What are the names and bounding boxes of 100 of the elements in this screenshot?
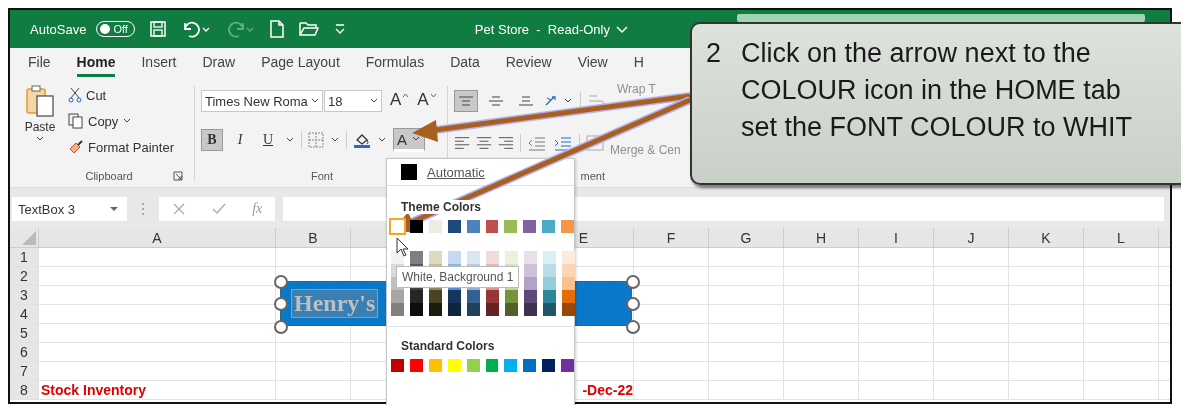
color-swatch[interactable] xyxy=(524,264,537,277)
color-swatch[interactable] xyxy=(524,303,537,316)
font-style-button[interactable]: U xyxy=(257,129,279,151)
font-size-field[interactable]: 18 xyxy=(324,90,382,112)
borders-icon[interactable] xyxy=(308,132,324,148)
horizontal-align-icon[interactable] xyxy=(498,135,514,150)
color-swatch[interactable] xyxy=(410,290,423,303)
name-box[interactable]: TextBox 3 xyxy=(12,197,127,221)
color-swatch[interactable] xyxy=(543,277,556,290)
color-swatch[interactable] xyxy=(447,359,461,372)
color-swatch[interactable] xyxy=(429,303,442,316)
cancel-icon[interactable] xyxy=(171,202,186,216)
color-swatch[interactable] xyxy=(505,290,518,303)
column-header[interactable]: A xyxy=(152,229,162,246)
color-swatch[interactable] xyxy=(562,303,575,316)
color-swatch[interactable] xyxy=(543,264,556,277)
color-swatch[interactable] xyxy=(467,251,480,264)
column-header[interactable]: L xyxy=(1117,229,1125,246)
color-swatch[interactable] xyxy=(429,251,442,264)
ribbon-tab[interactable]: Formulas xyxy=(365,49,425,77)
select-all-icon[interactable] xyxy=(22,231,36,245)
folder-icon[interactable] xyxy=(298,20,319,38)
caret-icon[interactable] xyxy=(370,98,378,104)
caret-icon[interactable] xyxy=(411,136,421,142)
chevron-down-icon[interactable] xyxy=(616,24,628,34)
color-swatch[interactable] xyxy=(466,220,480,233)
window-title[interactable]: Pet Store - Read-Only xyxy=(474,21,610,37)
color-swatch[interactable] xyxy=(486,251,499,264)
check-icon[interactable] xyxy=(210,202,227,216)
caret-icon[interactable] xyxy=(36,136,44,142)
dialog-launcher-icon[interactable] xyxy=(172,171,183,181)
horizontal-align-icon[interactable] xyxy=(476,135,492,150)
color-swatch[interactable] xyxy=(428,220,442,233)
vertical-align-button[interactable] xyxy=(454,90,478,112)
color-swatch[interactable] xyxy=(391,303,404,316)
caret-icon[interactable] xyxy=(311,98,319,104)
column-header[interactable]: K xyxy=(1041,229,1051,246)
ribbon-tab[interactable]: View xyxy=(577,49,608,77)
copy-button[interactable]: Copy xyxy=(68,110,174,132)
new-file-icon[interactable] xyxy=(268,20,285,38)
ribbon-tab[interactable]: Page Layout xyxy=(261,49,340,77)
paste-label[interactable]: Paste xyxy=(24,120,56,134)
cut-button[interactable]: Cut xyxy=(68,84,174,106)
color-swatch[interactable] xyxy=(448,290,461,303)
color-swatch[interactable] xyxy=(448,303,461,316)
color-swatch[interactable] xyxy=(466,359,480,372)
search-field[interactable] xyxy=(737,14,1145,22)
format-painter-button[interactable]: Format Painter xyxy=(68,136,174,158)
color-swatch[interactable] xyxy=(467,303,480,316)
color-swatch[interactable] xyxy=(486,303,499,316)
font-name-field[interactable]: Times New Roma xyxy=(201,90,323,112)
ribbon-tab[interactable]: Insert xyxy=(141,49,177,77)
column-header[interactable]: J xyxy=(967,229,975,246)
color-swatch[interactable] xyxy=(505,303,518,316)
caret-icon[interactable] xyxy=(285,137,295,143)
column-header[interactable]: I xyxy=(894,229,898,246)
paste-icon[interactable] xyxy=(25,84,55,118)
column-header[interactable]: G xyxy=(740,229,752,246)
save-icon[interactable] xyxy=(148,20,167,38)
color-swatch[interactable] xyxy=(561,359,575,372)
color-swatch[interactable] xyxy=(505,251,518,264)
color-swatch[interactable] xyxy=(561,220,575,233)
color-swatch[interactable] xyxy=(410,251,423,264)
color-swatch[interactable] xyxy=(524,290,537,303)
column-header[interactable]: H xyxy=(815,229,827,246)
color-swatch[interactable] xyxy=(485,359,499,372)
ribbon-tab[interactable]: Data xyxy=(450,49,480,77)
color-swatch[interactable] xyxy=(391,290,404,303)
grow-font-button[interactable]: A xyxy=(390,90,410,112)
color-swatch[interactable] xyxy=(543,251,556,264)
column-header[interactable]: E xyxy=(578,229,589,246)
font-color-button[interactable]: A xyxy=(393,128,425,152)
ribbon-tab[interactable]: Draw xyxy=(202,49,236,77)
horizontal-align-icon[interactable] xyxy=(454,135,470,150)
color-swatch[interactable] xyxy=(410,303,423,316)
color-swatch[interactable] xyxy=(391,220,404,233)
color-swatch[interactable] xyxy=(524,277,537,290)
font-style-button[interactable]: I xyxy=(229,129,251,151)
color-swatch[interactable] xyxy=(391,359,404,372)
color-swatch[interactable] xyxy=(448,251,461,264)
color-swatch[interactable] xyxy=(562,290,575,303)
color-swatch[interactable] xyxy=(542,220,556,233)
color-swatch[interactable] xyxy=(562,264,575,277)
automatic-option[interactable]: Automatic xyxy=(387,159,574,186)
color-swatch[interactable] xyxy=(429,290,442,303)
color-swatch[interactable] xyxy=(447,220,461,233)
increase-indent-icon[interactable] xyxy=(553,134,573,151)
caret-icon[interactable] xyxy=(377,137,387,143)
font-style-button[interactable]: B xyxy=(201,129,223,151)
color-swatch[interactable] xyxy=(486,290,499,303)
color-swatch[interactable] xyxy=(504,359,518,372)
color-swatch[interactable] xyxy=(485,220,499,233)
column-header[interactable]: B xyxy=(308,229,318,246)
caret-icon[interactable] xyxy=(122,118,133,124)
column-header[interactable]: F xyxy=(666,229,676,246)
shrink-font-button[interactable]: A xyxy=(417,90,437,112)
ribbon-tab[interactable]: Review xyxy=(505,49,552,77)
color-swatch[interactable] xyxy=(524,251,537,264)
color-swatch[interactable] xyxy=(543,290,556,303)
color-swatch[interactable] xyxy=(467,290,480,303)
